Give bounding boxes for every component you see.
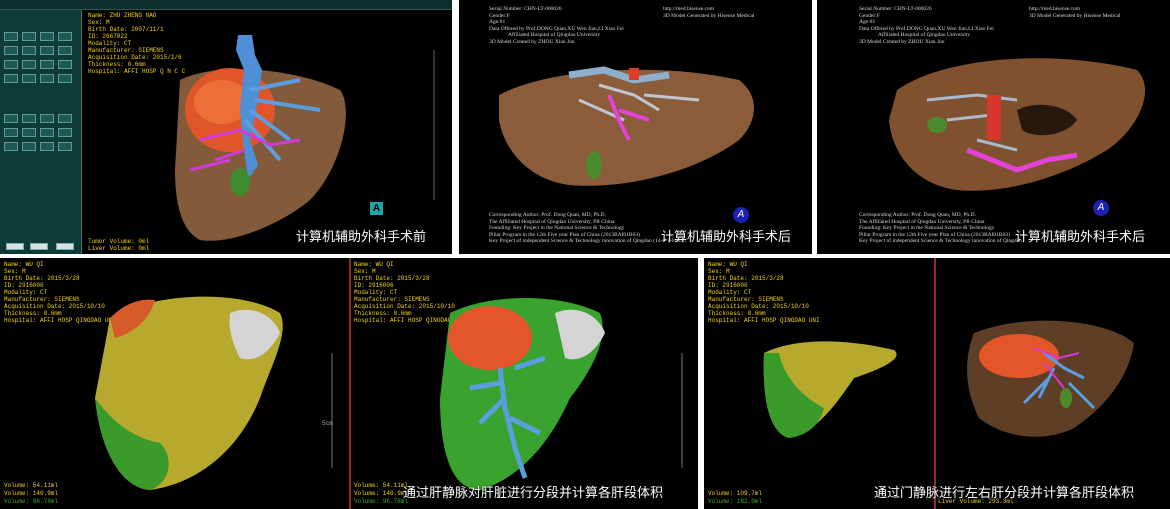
volume-left-1: Volume: 54.11ml [4,482,59,489]
liver-portal-segmentation-views [763,320,1134,438]
liver-model-preop [175,35,435,241]
liver-segmentation-views [95,296,683,490]
caption-portal-vein: 通过门静脉进行左右肝分段并计算各肝段体积 [874,486,1135,501]
author-footer: Corresponding Author: Prof. Dong Quan, M… [489,212,686,244]
volume-right-2: Volume: 140.9ml [354,490,409,497]
panel-portal-vein-segmentation: Name: WU QI Sex: M Birth Date: 2015/3/28… [704,258,1170,509]
volume-left-3: Volume: 96.78ml [4,498,59,505]
panel-postop-2: Serial Number: CHN-LT-000026 Gender:F Ag… [817,0,1170,254]
volume-left-1: Volume: 109.7ml [708,490,763,497]
volume-left-2: Volume: 182.0ml [708,498,763,505]
orientation-badge: A [733,207,749,223]
caption-preop: 计算机辅助外科手术前 [296,230,427,245]
caption-hepatic-vein: 通过肝静脉对肝脏进行分段并计算各肝段体积 [403,486,664,501]
volume-right-1: Volume: 54.11ml [354,482,409,489]
volume-left-2: Volume: 140.9ml [4,490,59,497]
panel-preop-software: Name: ZHU ZHENG HAO Sex: M Birth Date: 2… [0,0,452,254]
orientation-badge: A [370,202,383,215]
panel-hepatic-vein-segmentation: Name: WU QI Sex: M Birth Date: 2015/3/28… [0,258,698,509]
caption-postop-2: 计算机辅助外科手术后 [1015,230,1146,245]
caption-postop-1: 计算机辅助外科手术后 [661,230,792,245]
orientation-badge: A [1093,200,1109,216]
author-footer: Corresponding Author: Prof. Dong Quan, M… [859,212,1022,244]
panel-postop-1: Serial Number: CHN-LT-000026 Gender:F Ag… [459,0,812,254]
volume-right-3: Volume: 96.78ml [354,498,409,505]
scale-label: 5cm [322,420,333,427]
